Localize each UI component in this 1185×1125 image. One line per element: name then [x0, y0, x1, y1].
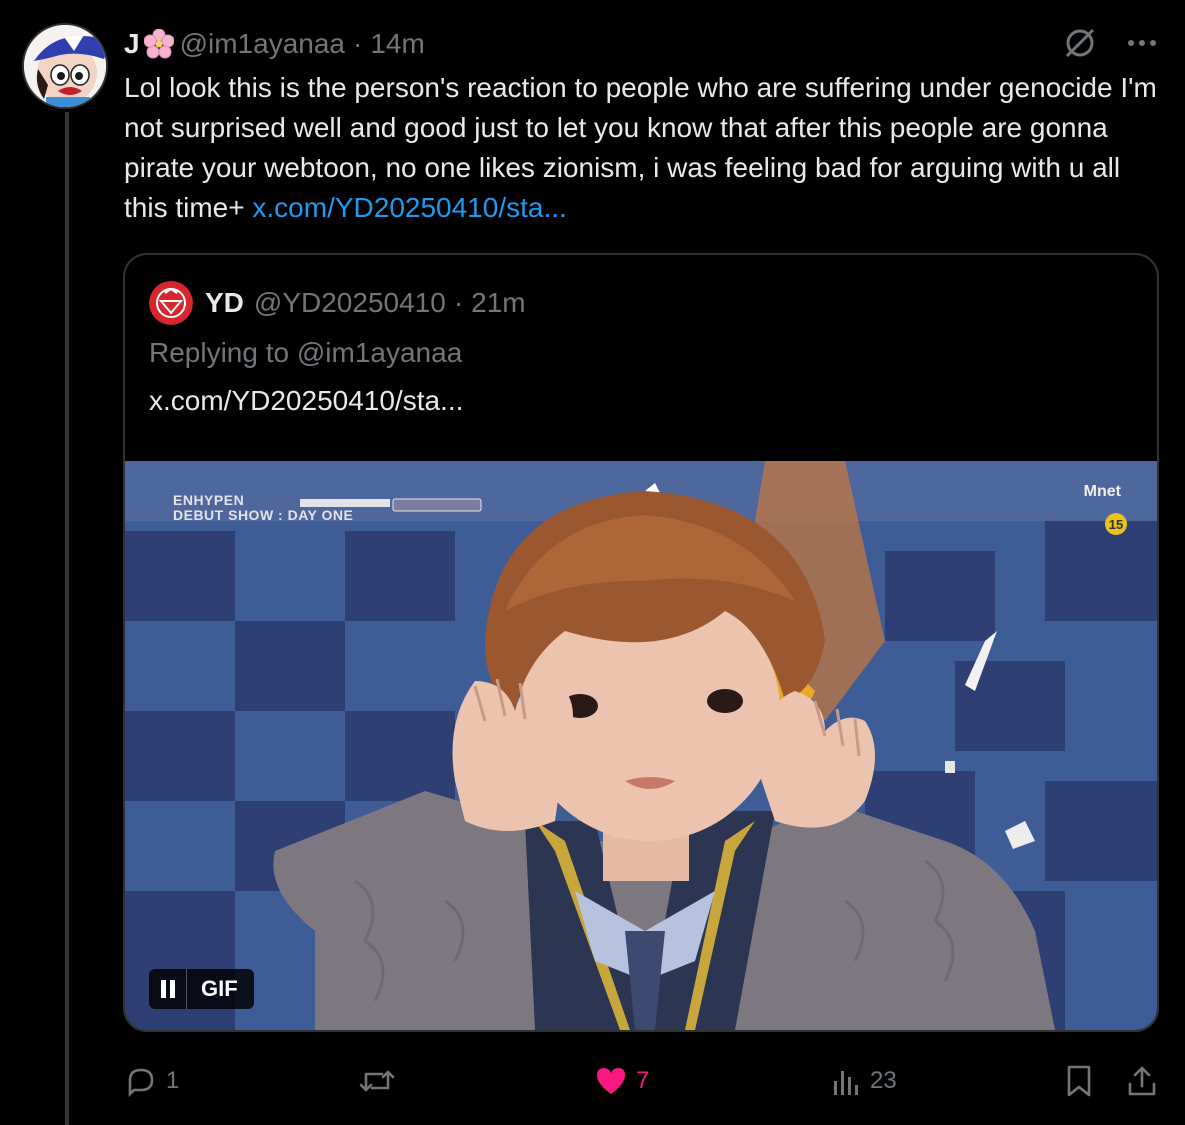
like-count: 7	[636, 1067, 650, 1094]
gif-control[interactable]: GIF	[149, 969, 254, 1009]
heart-icon	[594, 1065, 628, 1097]
gif-media[interactable]: ENHYPEN DEBUT SHOW : DAY ONE Mnet 15 GIF	[125, 461, 1157, 1030]
quote-header: YD @YD20250410 · 21m	[149, 281, 526, 325]
reply-icon	[124, 1064, 158, 1098]
tweet-link[interactable]: x.com/YD20250410/sta...	[252, 192, 566, 223]
avatar[interactable]	[22, 23, 108, 109]
views-count: 23	[870, 1067, 897, 1094]
gif-label: GIF	[201, 976, 238, 1001]
quote-timestamp[interactable]: 21m	[471, 287, 525, 319]
cherry-blossom-icon	[143, 29, 174, 59]
timestamp[interactable]: 14m	[370, 28, 424, 60]
gif-frame	[125, 461, 1157, 1030]
tweet-header: J @im1ayanaa · 14m	[124, 24, 425, 64]
thread-line	[65, 112, 69, 1125]
broadcast-overlay-title: ENHYPEN DEBUT SHOW : DAY ONE	[173, 493, 353, 523]
broadcast-overlay-line1: ENHYPEN	[173, 492, 245, 508]
quote-separator-dot: ·	[453, 287, 464, 318]
quote-avatar[interactable]	[149, 281, 193, 325]
broadcast-overlay-line2: DEBUT SHOW : DAY ONE	[173, 507, 354, 523]
more-options-icon[interactable]	[1127, 38, 1157, 48]
action-bar: 1 7 23	[124, 1058, 1164, 1104]
separator-dot: ·	[352, 28, 363, 59]
age-rating-badge: 15	[1105, 513, 1127, 535]
quoted-tweet[interactable]: YD @YD20250410 · 21m Replying to @im1aya…	[123, 253, 1159, 1032]
display-name[interactable]: J	[124, 28, 140, 60]
quote-link[interactable]: x.com/YD20250410/sta...	[149, 385, 463, 417]
grok-icon[interactable]	[1063, 26, 1097, 60]
reply-button[interactable]: 1	[124, 1058, 179, 1104]
bookmark-icon	[1064, 1064, 1094, 1098]
quote-display-name[interactable]: YD	[205, 287, 244, 319]
replying-to: Replying to @im1ayanaa	[149, 337, 463, 368]
views-button[interactable]: 23	[830, 1058, 897, 1104]
analytics-icon	[830, 1065, 862, 1097]
bookmark-button[interactable]	[1064, 1058, 1102, 1104]
tweet-top-actions	[1063, 26, 1157, 60]
repost-icon	[358, 1064, 396, 1098]
share-icon	[1126, 1064, 1158, 1098]
pause-icon[interactable]	[149, 969, 187, 1009]
quote-handle[interactable]: @YD20250410	[254, 287, 446, 319]
user-handle[interactable]: @im1ayanaa	[180, 28, 345, 60]
share-button[interactable]	[1126, 1058, 1166, 1104]
reply-count: 1	[166, 1067, 180, 1094]
tweet-text: Lol look this is the person's reaction t…	[124, 68, 1164, 228]
like-button[interactable]: 7	[594, 1058, 649, 1104]
repost-button[interactable]	[358, 1058, 404, 1104]
channel-logo: Mnet	[1083, 483, 1121, 500]
